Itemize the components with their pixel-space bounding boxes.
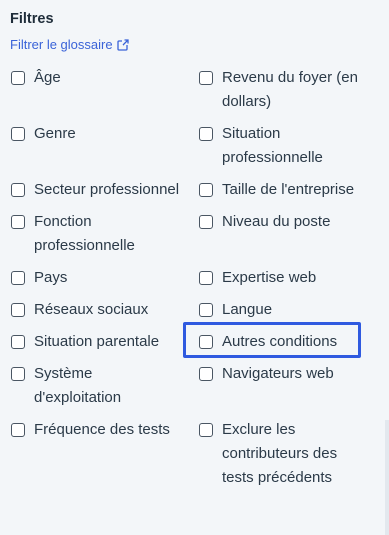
filter-option-langue[interactable]: Langue: [199, 301, 382, 322]
filter-option-fonction[interactable]: Fonction professionnelle: [11, 213, 154, 258]
filter-option-label: Fréquence des tests: [34, 421, 170, 438]
filter-option-label: Pays: [34, 269, 68, 286]
filter-option-situation-pro[interactable]: Situation professionnelle: [199, 125, 342, 170]
filter-option-exclure[interactable]: Exclure les contributeurs des tests préc…: [199, 421, 357, 490]
filter-option-systeme[interactable]: Système d'exploitation: [11, 365, 144, 410]
filter-option-label: Système d'exploitation: [34, 365, 122, 406]
filter-option-revenu[interactable]: Revenu du foyer (en dollars): [199, 69, 374, 114]
checkbox[interactable]: [11, 71, 25, 85]
filter-option-label: Expertise web: [222, 269, 317, 286]
filter-option-label: Taille de l'entreprise: [222, 181, 355, 198]
checkbox[interactable]: [199, 367, 213, 381]
checkbox[interactable]: [11, 215, 25, 229]
filters-panel: Filtres Filtrer le glossaire Âge Genre S…: [0, 0, 389, 535]
filter-option-age[interactable]: Âge: [11, 69, 194, 90]
filter-option-label: Réseaux sociaux: [34, 301, 149, 318]
checkbox[interactable]: [199, 71, 213, 85]
filter-option-reseaux[interactable]: Réseaux sociaux: [11, 301, 194, 322]
filter-glossary-link[interactable]: Filtrer le glossaire: [10, 37, 129, 52]
checkbox[interactable]: [199, 271, 213, 285]
filter-glossary-label: Filtrer le glossaire: [10, 37, 113, 52]
external-link-icon: [116, 38, 129, 51]
filter-option-label: Niveau du poste: [222, 213, 331, 230]
filter-option-niveau[interactable]: Niveau du poste: [199, 213, 382, 234]
checkbox[interactable]: [199, 303, 213, 317]
filter-option-pays[interactable]: Pays: [11, 269, 194, 290]
filter-option-genre[interactable]: Genre: [11, 125, 194, 146]
filter-option-label: Âge: [34, 69, 61, 86]
checkbox[interactable]: [199, 183, 213, 197]
checkbox[interactable]: [199, 127, 213, 141]
filter-option-label: Fonction professionnelle: [34, 213, 135, 254]
highlight-box: [183, 322, 361, 358]
checkbox[interactable]: [11, 335, 25, 349]
filters-title: Filtres: [10, 11, 54, 27]
filter-option-label: Secteur professionnel: [34, 181, 180, 198]
filter-option-label: Exclure les contributeurs des tests préc…: [222, 421, 338, 486]
filter-option-label: Genre: [34, 125, 76, 142]
filter-option-label: Situation parentale: [34, 333, 160, 350]
filter-option-expertise[interactable]: Expertise web: [199, 269, 382, 290]
filter-option-label: Langue: [222, 301, 273, 318]
checkbox[interactable]: [11, 367, 25, 381]
checkbox[interactable]: [199, 215, 213, 229]
checkbox[interactable]: [11, 183, 25, 197]
checkbox[interactable]: [11, 127, 25, 141]
filter-option-label: Situation professionnelle: [222, 125, 323, 166]
filter-option-frequence[interactable]: Fréquence des tests: [11, 421, 199, 442]
filter-option-secteur[interactable]: Secteur professionnel: [11, 181, 199, 202]
filter-option-navigateurs[interactable]: Navigateurs web: [199, 365, 382, 386]
filter-option-label: Navigateurs web: [222, 365, 334, 382]
checkbox[interactable]: [11, 271, 25, 285]
checkbox[interactable]: [11, 423, 25, 437]
panel-edge: [385, 420, 389, 535]
filter-option-situation-parentale[interactable]: Situation parentale: [11, 333, 194, 354]
filter-option-taille[interactable]: Taille de l'entreprise: [199, 181, 382, 202]
checkbox[interactable]: [11, 303, 25, 317]
checkbox[interactable]: [199, 423, 213, 437]
filter-option-label: Revenu du foyer (en dollars): [222, 69, 358, 110]
